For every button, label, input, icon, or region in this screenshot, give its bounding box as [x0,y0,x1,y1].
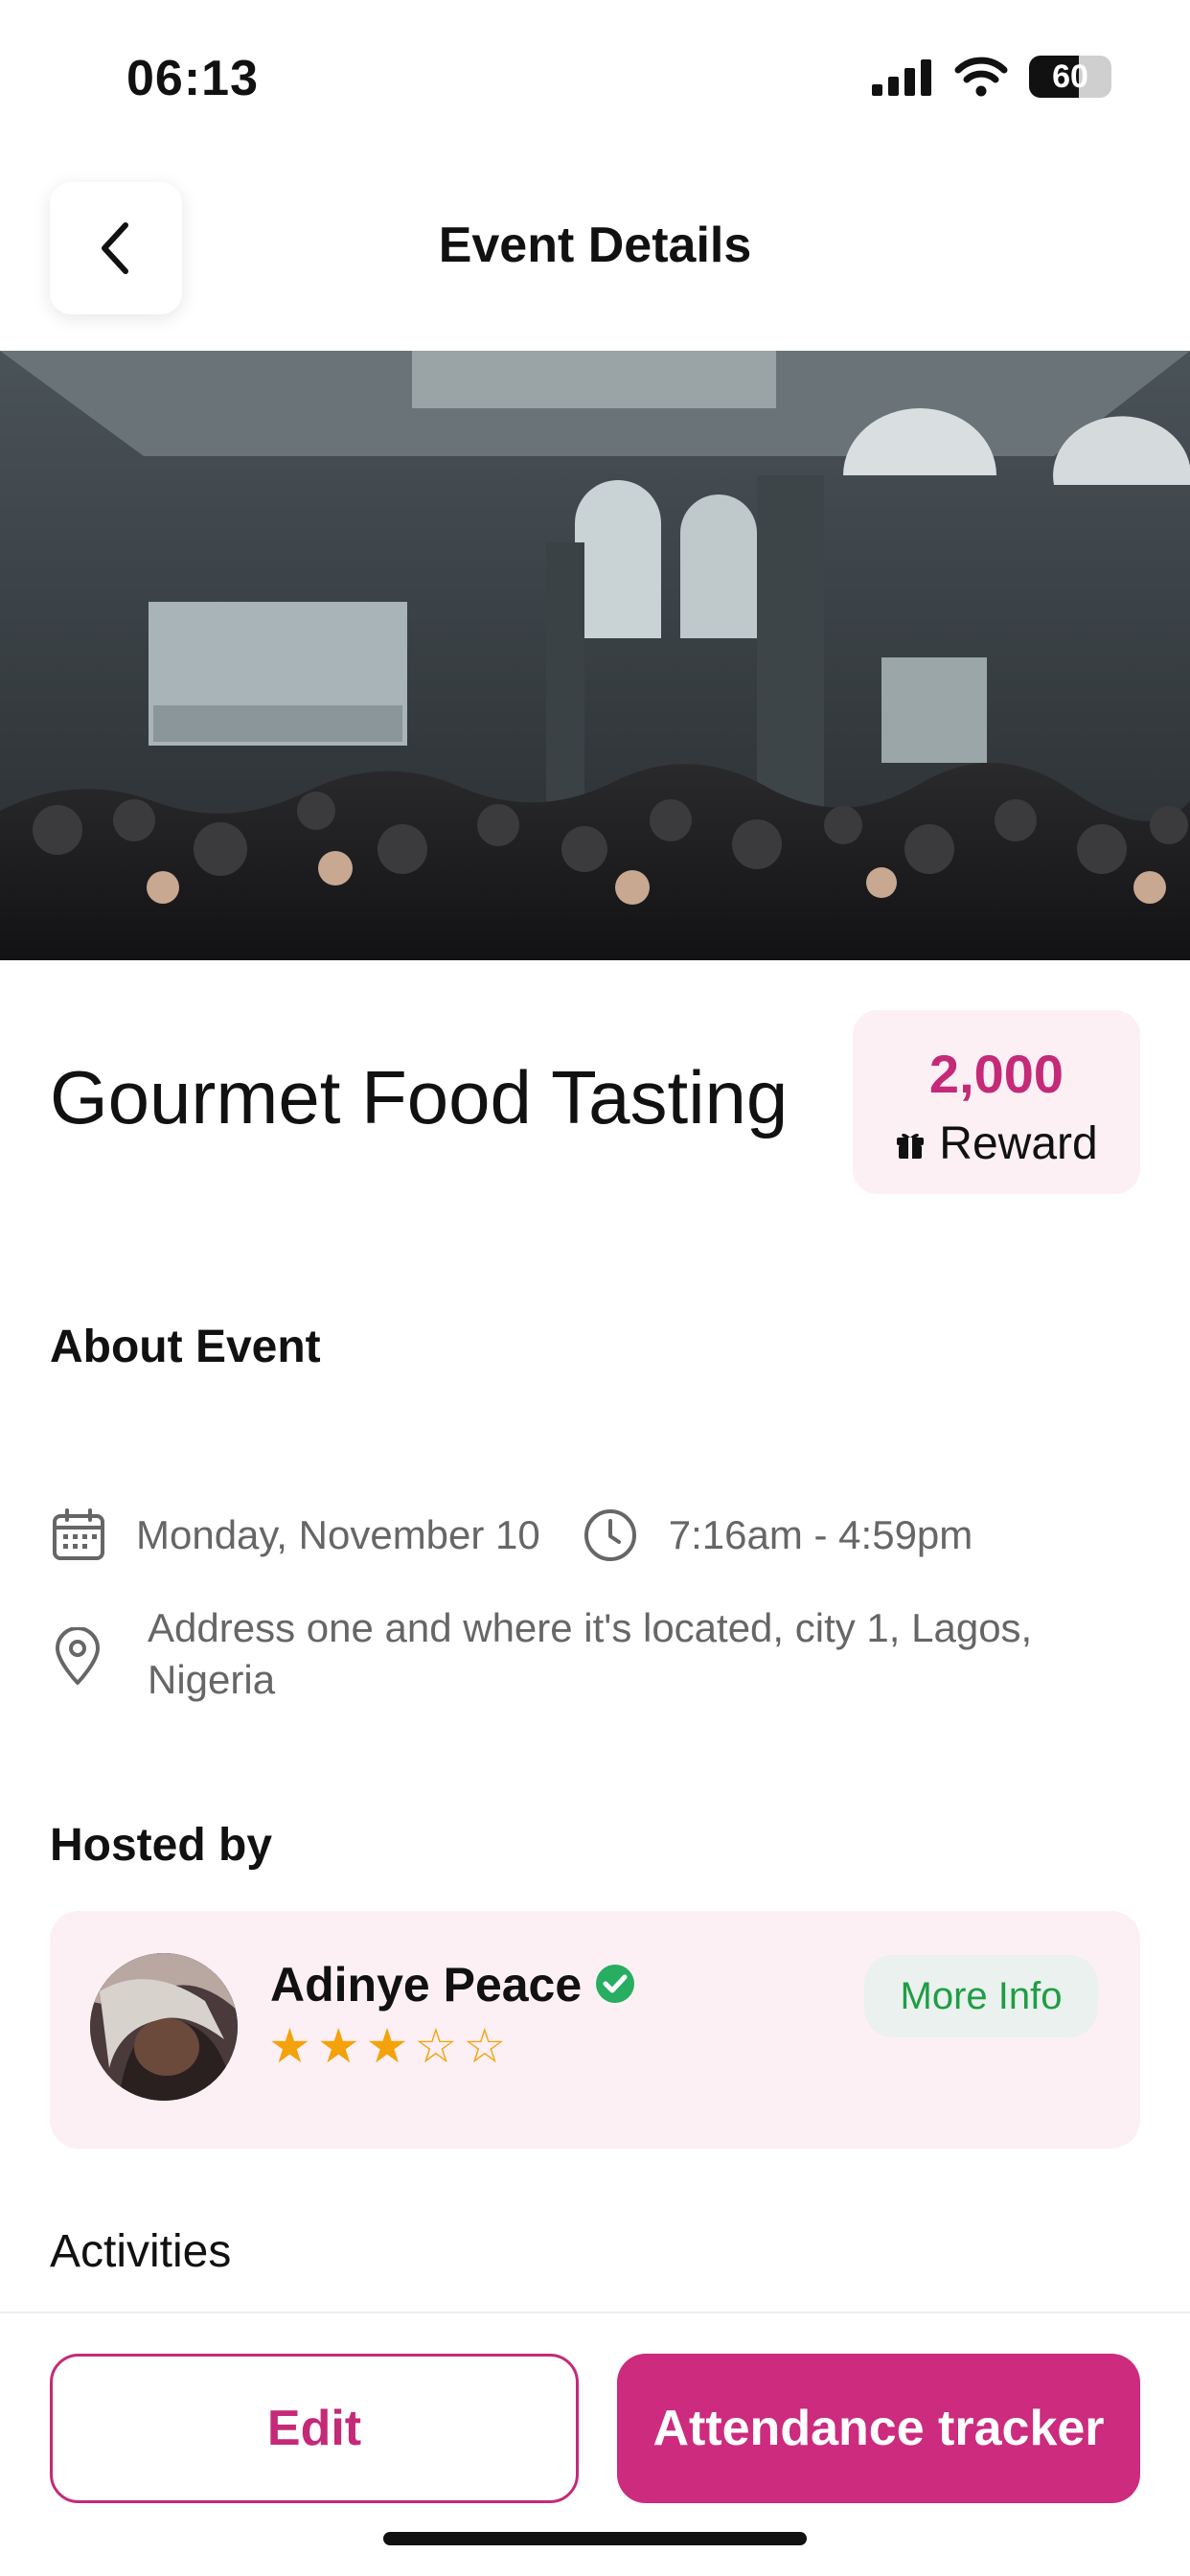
event-address: Address one and where it's located, city… [148,1605,1033,1702]
status-bar: 06:13 60 [0,0,1190,153]
calendar-icon [53,1508,104,1560]
reward-amount: 2,000 [928,1044,1064,1104]
reward-label: Reward [939,1118,1098,1169]
clock-icon [584,1509,636,1561]
cellular-signal-icon [872,59,931,96]
gift-icon [897,1133,925,1159]
star-empty-icon: ☆ [463,2018,507,2074]
page-title: Event Details [438,218,752,273]
battery-level: 60 [1052,58,1088,95]
attendance-tracker-button[interactable]: Attendance tracker [617,2354,1140,2503]
event-date: Monday, November 10 [136,1512,540,1557]
reward-badge: 2,000 Reward [853,1010,1140,1194]
reward-label-row: Reward [853,1117,1140,1170]
location-icon-wrap [50,1627,105,1687]
verified-badge-icon [596,1965,634,2003]
host-avatar[interactable] [90,1953,238,2101]
host-rating: ★ ★ ★ ☆ ☆ [268,2022,506,2070]
edit-button[interactable]: Edit [50,2354,579,2503]
star-filled-icon: ★ [365,2018,409,2074]
hosted-by-heading: Hosted by [50,1820,273,1871]
star-filled-icon: ★ [316,2018,360,2074]
battery-icon: 60 [1029,56,1111,98]
more-info-button[interactable]: More Info [864,1955,1098,2037]
home-indicator[interactable] [383,2532,807,2545]
status-icons: 60 [872,56,1111,98]
event-title: Gourmet Food Tasting [50,1055,789,1139]
event-cover-image [0,351,1190,960]
star-filled-icon: ★ [268,2018,311,2074]
location-pin-icon [56,1627,100,1685]
wifi-icon [954,57,1008,97]
header: Event Details [0,178,1190,314]
star-empty-icon: ☆ [414,2018,458,2074]
date-time-row: Monday, November 10 7:16am - 4:59pm [50,1506,973,1564]
event-time: 7:16am - 4:59pm [668,1512,973,1557]
status-time: 06:13 [126,51,259,106]
about-event-heading: About Event [50,1322,321,1372]
host-card: Adinye Peace ★ ★ ★ ☆ ☆ More Info [50,1911,1140,2149]
activities-heading: Activities [50,2226,232,2277]
host-name: Adinye Peace [270,1958,583,2012]
